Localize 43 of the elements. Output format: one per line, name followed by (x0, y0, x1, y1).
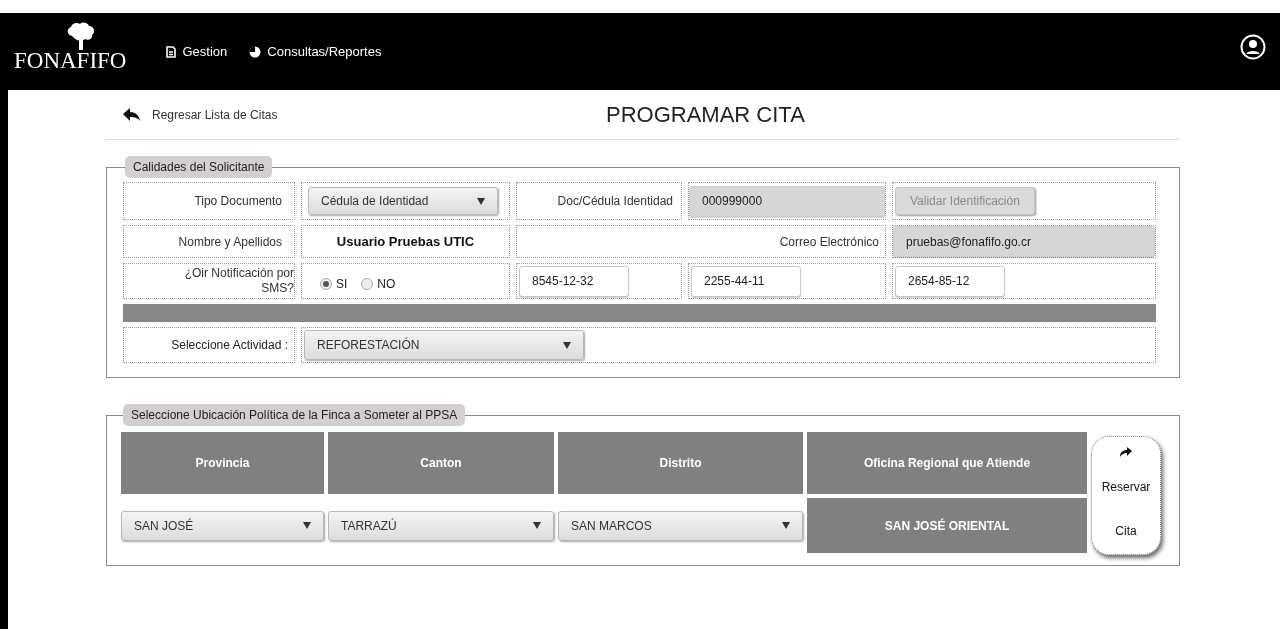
column-header: Canton (328, 432, 554, 494)
field-label: ¿Oir Notificación por SMS? (123, 263, 295, 299)
section-legend: Calidades del Solicitante (125, 156, 273, 178)
radio-option[interactable]: NO (361, 275, 396, 293)
field-label: Doc/Cédula Identidad (516, 182, 682, 220)
text-field[interactable]: 8545-12-32 (519, 265, 629, 297)
location-select[interactable]: TARRAZÚ (328, 510, 554, 541)
activity-select[interactable]: REFORESTACIÓN (304, 330, 584, 360)
pie-chart-icon (249, 45, 262, 58)
nav-link[interactable]: Gestion (166, 41, 228, 62)
logo-text: FONAFIFO (14, 49, 127, 72)
caret-icon (533, 522, 541, 529)
caret-icon (563, 341, 571, 349)
column-header: Provincia (121, 432, 324, 494)
caret-icon (782, 522, 790, 529)
regional-office: SAN JOSÉ ORIENTAL (807, 498, 1087, 553)
back-link[interactable]: Regresar Lista de Citas (123, 105, 278, 124)
radio-button[interactable] (361, 278, 374, 290)
radio-button[interactable] (320, 278, 332, 290)
document-type-select[interactable]: Cédula de Identidad (308, 187, 498, 215)
field-label: Nombre y Apellidos (123, 225, 295, 258)
column-header: Oficina Regional que Atiende (807, 432, 1087, 494)
text-field[interactable]: 2654-85-12 (895, 265, 1005, 297)
field-label: Seleccione Actividad : (123, 327, 295, 363)
text-field[interactable]: 2255-44-11 (691, 265, 801, 297)
location-select[interactable]: SAN JOSÉ (121, 510, 324, 541)
document-icon (166, 45, 177, 58)
column-header: Distrito (558, 432, 803, 494)
caret-icon (303, 522, 311, 529)
nav-link[interactable]: Consultas/Reportes (249, 41, 382, 62)
field-label: Tipo Documento (123, 182, 295, 220)
location-select[interactable]: SAN MARCOS (558, 510, 803, 541)
user-account-icon[interactable] (1240, 33, 1266, 60)
tree-logo-icon (66, 22, 96, 50)
reserve-button[interactable]: Reservar Cita (1091, 436, 1161, 555)
forward-arrow-icon (1120, 447, 1132, 457)
field-label: Correo Electrónico (516, 225, 886, 258)
applicant-name: Usuario Pruebas UTIC (301, 225, 510, 258)
page-title: PROGRAMAR CITA (606, 101, 805, 129)
caret-icon (477, 197, 485, 205)
back-arrow-icon (123, 108, 140, 121)
radio-option[interactable]: SI (320, 275, 348, 293)
section-legend: Seleccione Ubicación Política de la Finca a Someter al PPSA (123, 404, 466, 426)
